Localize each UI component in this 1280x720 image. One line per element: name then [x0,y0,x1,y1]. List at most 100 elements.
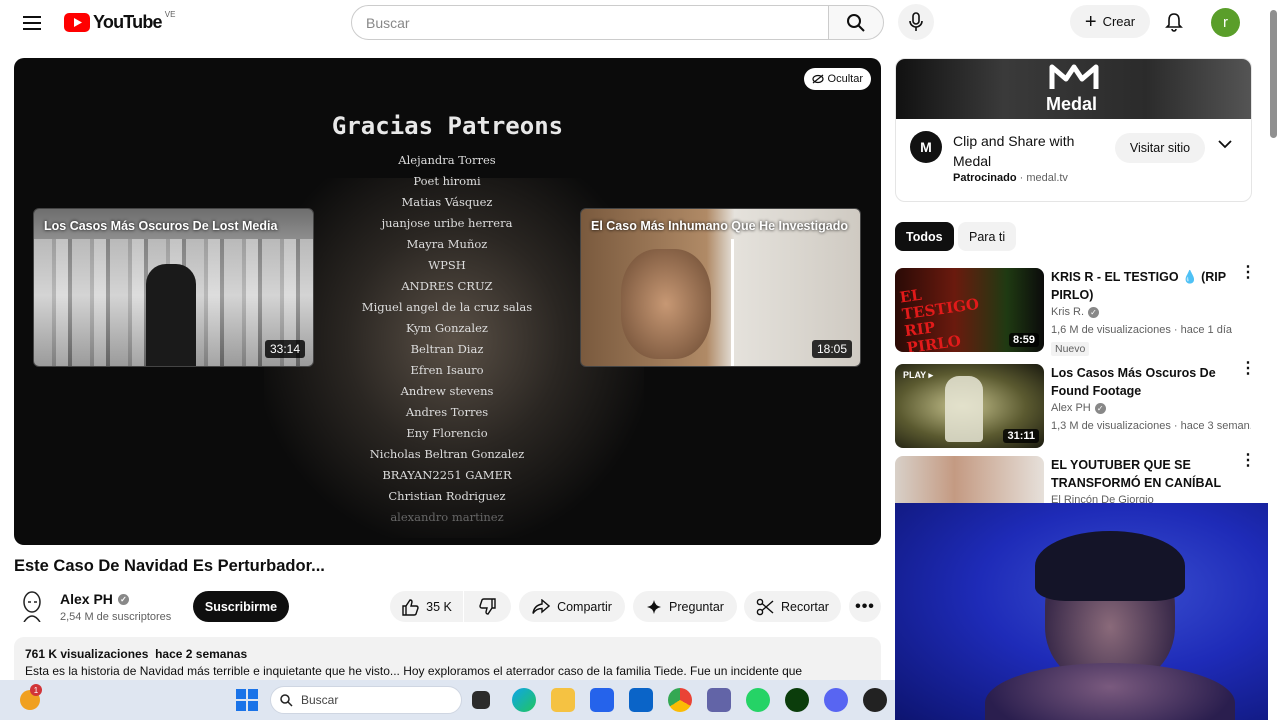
channel-name: Alex PH ✓ [1051,402,1106,414]
notifications-button[interactable] [1162,10,1186,34]
search-icon [847,13,865,32]
recommended-video-2[interactable]: PLAY ▸ 31:11 Los Casos Más Oscuros De Fo… [895,361,1265,450]
thumbnail-text: EL TESTIGO RIP PIRLO [898,285,981,352]
taskbar-search-placeholder: Buscar [301,693,339,707]
more-vertical-icon[interactable]: ⋮ [1240,361,1256,377]
endcard-duration: 18:05 [811,340,852,358]
more-actions-button[interactable]: ••• [849,591,881,622]
page-scrollbar-thumb[interactable] [1270,10,1277,138]
video-title: KRIS R - EL TESTIGO 💧 (RIP PIRLO) [1051,270,1226,302]
thumbs-down-icon [478,597,496,615]
search-button[interactable] [828,5,884,40]
chevron-down-icon[interactable] [1218,139,1232,149]
like-count: 35 K [426,599,452,614]
search-placeholder: Buscar [366,14,410,31]
credit-name: Alejandra Torres [398,153,496,167]
share-icon [532,598,551,614]
discord-icon[interactable] [824,688,848,712]
eye-off-icon [811,74,824,84]
endcard-divider [731,239,734,366]
credit-name: Mayra Muñoz [406,237,488,251]
video-player[interactable]: Gracias Patreons Alejandra Torres Poet hi… [14,58,881,545]
ad-logo-text: Medal [1046,94,1098,114]
video-thumbnail: EL TESTIGO RIP PIRLO 8:59 [895,268,1044,352]
more-vertical-icon[interactable]: ⋮ [1240,265,1256,281]
subscribe-button[interactable]: Suscribirme [193,591,289,622]
thumbs-up-icon [402,598,419,616]
medal-logo-icon [1049,64,1099,89]
endcard-title: El Caso Más Inhumano Que He Investigado [591,219,848,233]
credits-list: Alejandra Torres Poet hiromi Matias Vásque… [317,150,577,528]
top-header: YouTube VE Buscar + Crear r [0,0,1280,46]
recommended-video-1[interactable]: EL TESTIGO RIP PIRLO 8:59 KRIS R - EL TE… [895,265,1265,356]
windows-taskbar: 1 Buscar [0,680,895,720]
ad-sponsor-line: Patrocinado · medal.tv [953,172,1068,184]
webcam-overlay [895,503,1280,720]
youtube-logo[interactable]: YouTube VE [64,10,176,33]
dislike-button[interactable] [464,591,511,622]
visit-site-button[interactable]: Visitar sitio [1115,133,1205,163]
subscriber-count: 2,54 M de suscriptores [60,611,172,623]
ad-title[interactable]: Clip and Share with Medal [953,131,1113,171]
user-avatar[interactable]: r [1211,8,1240,37]
ad-banner: Medal [896,59,1251,119]
credit-name: Nicholas Beltran Gonzalez [369,447,525,461]
new-badge: Nuevo [1051,342,1090,356]
create-button[interactable]: + Crear [1070,5,1150,38]
credit-name: juanjose uribe herrera [381,216,513,230]
teams-icon[interactable] [707,688,731,712]
clip-button[interactable]: Recortar [744,591,841,622]
search-input[interactable]: Buscar [351,5,829,40]
more-vertical-icon[interactable]: ⋮ [1240,453,1256,469]
microphone-icon [909,12,923,31]
verified-icon: ✓ [117,593,129,605]
endcard-video-2[interactable]: El Caso Más Inhumano Que He Investigado … [580,208,861,367]
chip-for-you[interactable]: Para ti [958,222,1017,251]
credit-name: Miguel angel de la cruz salas [361,300,533,314]
thumbnail-figure [945,376,983,442]
create-label: Crear [1102,14,1136,29]
credit-name: Eny Florencio [406,426,488,440]
credit-name: alexandro martinez [390,510,504,524]
ask-button[interactable]: Preguntar [633,591,737,622]
video-thumbnail: PLAY ▸ 31:11 [895,364,1044,448]
windows-start-icon[interactable] [236,689,258,711]
like-button[interactable]: 35 K [390,591,463,622]
hide-endcards-button[interactable]: Ocultar [803,68,871,90]
endcard-title: Los Casos Más Oscuros De Lost Media [44,219,278,233]
scissors-icon [756,598,774,615]
description-meta: 761 K visualizaciones hace 2 semanas [25,647,870,661]
view-count: 761 K visualizaciones [25,647,149,661]
whatsapp-icon[interactable] [746,688,770,712]
upwork-icon[interactable] [785,688,809,712]
webcam-person-body [985,663,1235,720]
channel-name-text: Kris R. [1051,306,1084,318]
youtube-play-icon [64,13,90,32]
voice-search-button[interactable] [898,4,934,40]
chrome-icon[interactable] [668,688,692,712]
plus-icon: + [1084,10,1097,33]
outlook-icon[interactable] [629,688,653,712]
channel-name[interactable]: Alex PH ✓ [60,591,129,607]
upload-date: hace 2 semanas [155,647,248,661]
region-code: VE [164,10,176,19]
edge-icon[interactable] [512,688,536,712]
credit-name: Beltran Diaz [410,342,484,356]
taskbar-search-input[interactable]: Buscar [270,686,462,714]
menu-icon[interactable] [20,11,44,35]
credit-name: Efren Isauro [410,363,484,377]
endcard-face [621,249,711,359]
obs-icon[interactable] [863,688,887,712]
store-icon[interactable] [590,688,614,712]
credit-name: Kym Gonzalez [406,321,488,335]
endcard-video-1[interactable]: Los Casos Más Oscuros De Lost Media 33:1… [33,208,314,367]
share-button[interactable]: Compartir [519,591,625,622]
hide-label: Ocultar [827,73,863,85]
task-view-icon[interactable] [472,691,490,709]
channel-avatar[interactable] [18,590,46,623]
file-explorer-icon[interactable] [551,688,575,712]
chip-all[interactable]: Todos [895,222,954,251]
ad-card[interactable]: Medal M Clip and Share with Medal Patroc… [895,58,1252,202]
advertiser-logo-icon: M [910,131,942,163]
endcard-duration: 33:14 [264,340,305,358]
